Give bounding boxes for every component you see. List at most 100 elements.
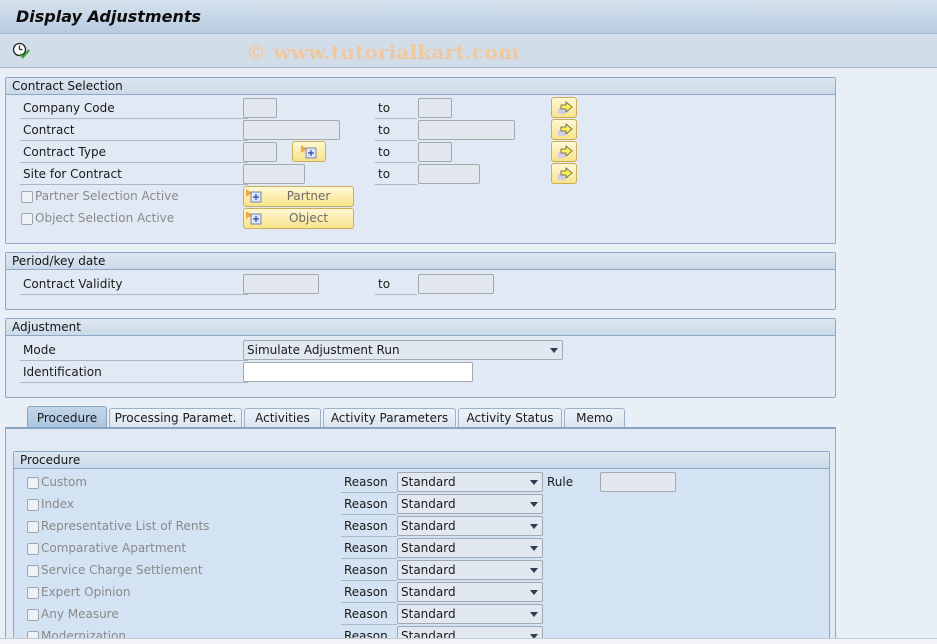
any-measure-label: Any Measure [41,607,119,621]
to-label: to [375,120,417,141]
chevron-down-icon [530,524,538,529]
to-label: to [375,164,417,185]
to-label: to [375,274,417,295]
chevron-down-icon [530,590,538,595]
site-for-contract-from-input[interactable] [243,164,305,184]
mode-dropdown[interactable]: Simulate Adjustment Run [243,340,563,360]
comparative-apartment-reason-dropdown[interactable]: Standard [397,538,543,558]
company-code-multiple-selection-button[interactable] [551,97,577,118]
reason-label: Reason [341,560,397,581]
period-key-date-group: Period/key date Contract Validity to [5,252,836,310]
group-title: Adjustment [6,319,835,336]
company-code-from-input[interactable] [243,98,277,118]
reason-label: Reason [341,582,397,603]
chevron-down-icon [550,348,558,353]
group-title: Contract Selection [6,78,835,95]
arrow-right-icon [558,145,573,158]
custom-label: Custom [41,475,87,489]
contract-from-input[interactable] [243,120,340,140]
procedure-tab-panel: Procedure Custom Reason Standard Rule In… [5,427,836,644]
custom-reason-dropdown[interactable]: Standard [397,472,543,492]
rule-label: Rule [547,475,574,489]
reason-label: Reason [341,494,397,515]
reason-value: Standard [401,519,456,533]
procedure-group: Procedure Custom Reason Standard Rule In… [13,451,830,644]
tab-memo[interactable]: Memo [564,408,625,428]
contract-type-from-input[interactable] [243,142,277,162]
identification-input[interactable] [243,362,473,382]
index-reason-dropdown[interactable]: Standard [397,494,543,514]
representative-list-reason-dropdown[interactable]: Standard [397,516,543,536]
partner-selection-label: Partner Selection Active [35,189,179,203]
reason-value: Standard [401,475,456,489]
status-bar [0,638,937,644]
index-label: Index [41,497,75,511]
to-label: to [375,98,417,119]
reason-label: Reason [341,604,397,625]
tab-processing-parameters[interactable]: Processing Paramet. [109,408,242,428]
contract-type-options-button[interactable] [292,141,326,162]
object-button[interactable]: Object [243,208,354,229]
site-for-contract-label: Site for Contract [20,164,248,185]
reason-value: Standard [401,585,456,599]
object-button-label: Object [288,211,329,225]
contract-validity-label: Contract Validity [20,274,248,295]
application-toolbar: © www.tutorialkart.com [0,34,937,68]
partner-button-label: Partner [286,189,331,203]
contract-type-to-input[interactable] [418,142,452,162]
adjustment-group: Adjustment Mode Simulate Adjustment Run … [5,318,836,398]
tab-activity-status[interactable]: Activity Status [458,408,562,428]
company-code-to-input[interactable] [418,98,452,118]
contract-selection-group: Contract Selection Company Code to Contr… [5,77,836,244]
to-label: to [375,142,417,163]
comparative-apartment-label: Comparative Apartment [41,541,187,555]
watermark-text: © www.tutorialkart.com [246,40,520,64]
expert-opinion-reason-dropdown[interactable]: Standard [397,582,543,602]
contract-to-input[interactable] [418,120,515,140]
contract-validity-to-input[interactable] [418,274,494,294]
object-selection-label: Object Selection Active [35,211,175,225]
contract-validity-from-input[interactable] [243,274,319,294]
tab-activities[interactable]: Activities [244,408,321,428]
arrow-right-icon [558,101,573,114]
arrow-right-icon [558,123,573,136]
site-for-contract-to-input[interactable] [418,164,480,184]
chevron-down-icon [530,568,538,573]
company-code-label: Company Code [20,98,248,119]
multiple-selection-icon [301,145,317,159]
multiple-selection-icon [246,189,262,203]
tab-activity-parameters[interactable]: Activity Parameters [323,408,456,428]
reason-value: Standard [401,541,456,555]
site-for-contract-multiple-selection-button[interactable] [551,163,577,184]
partner-button[interactable]: Partner [243,186,354,207]
tab-strip: Procedure Processing Paramet. Activities… [5,406,836,428]
mode-label: Mode [20,340,248,361]
representative-list-label: Representative List of Rents [41,519,210,533]
chevron-down-icon [530,480,538,485]
contract-label: Contract [20,120,248,141]
reason-value: Standard [401,607,456,621]
tab-procedure[interactable]: Procedure [27,406,107,428]
any-measure-reason-dropdown[interactable]: Standard [397,604,543,624]
rule-input[interactable] [600,472,676,492]
contract-type-multiple-selection-button[interactable] [551,141,577,162]
expert-opinion-label: Expert Opinion [41,585,131,599]
reason-label: Reason [341,538,397,559]
identification-label: Identification [20,362,248,383]
chevron-down-icon [530,502,538,507]
chevron-down-icon [530,612,538,617]
execute-clock-icon[interactable] [12,42,30,60]
reason-label: Reason [341,516,397,537]
service-charge-settlement-label: Service Charge Settlement [41,563,203,577]
contract-multiple-selection-button[interactable] [551,119,577,140]
group-title: Period/key date [6,253,835,270]
group-title: Procedure [14,452,829,469]
mode-value: Simulate Adjustment Run [247,343,400,357]
multiple-selection-icon [246,211,262,225]
page-title: Display Adjustments [16,7,202,26]
title-bar: Display Adjustments [0,0,937,34]
arrow-right-icon [558,167,573,180]
service-charge-settlement-reason-dropdown[interactable]: Standard [397,560,543,580]
reason-label: Reason [341,472,397,493]
chevron-down-icon [530,546,538,551]
